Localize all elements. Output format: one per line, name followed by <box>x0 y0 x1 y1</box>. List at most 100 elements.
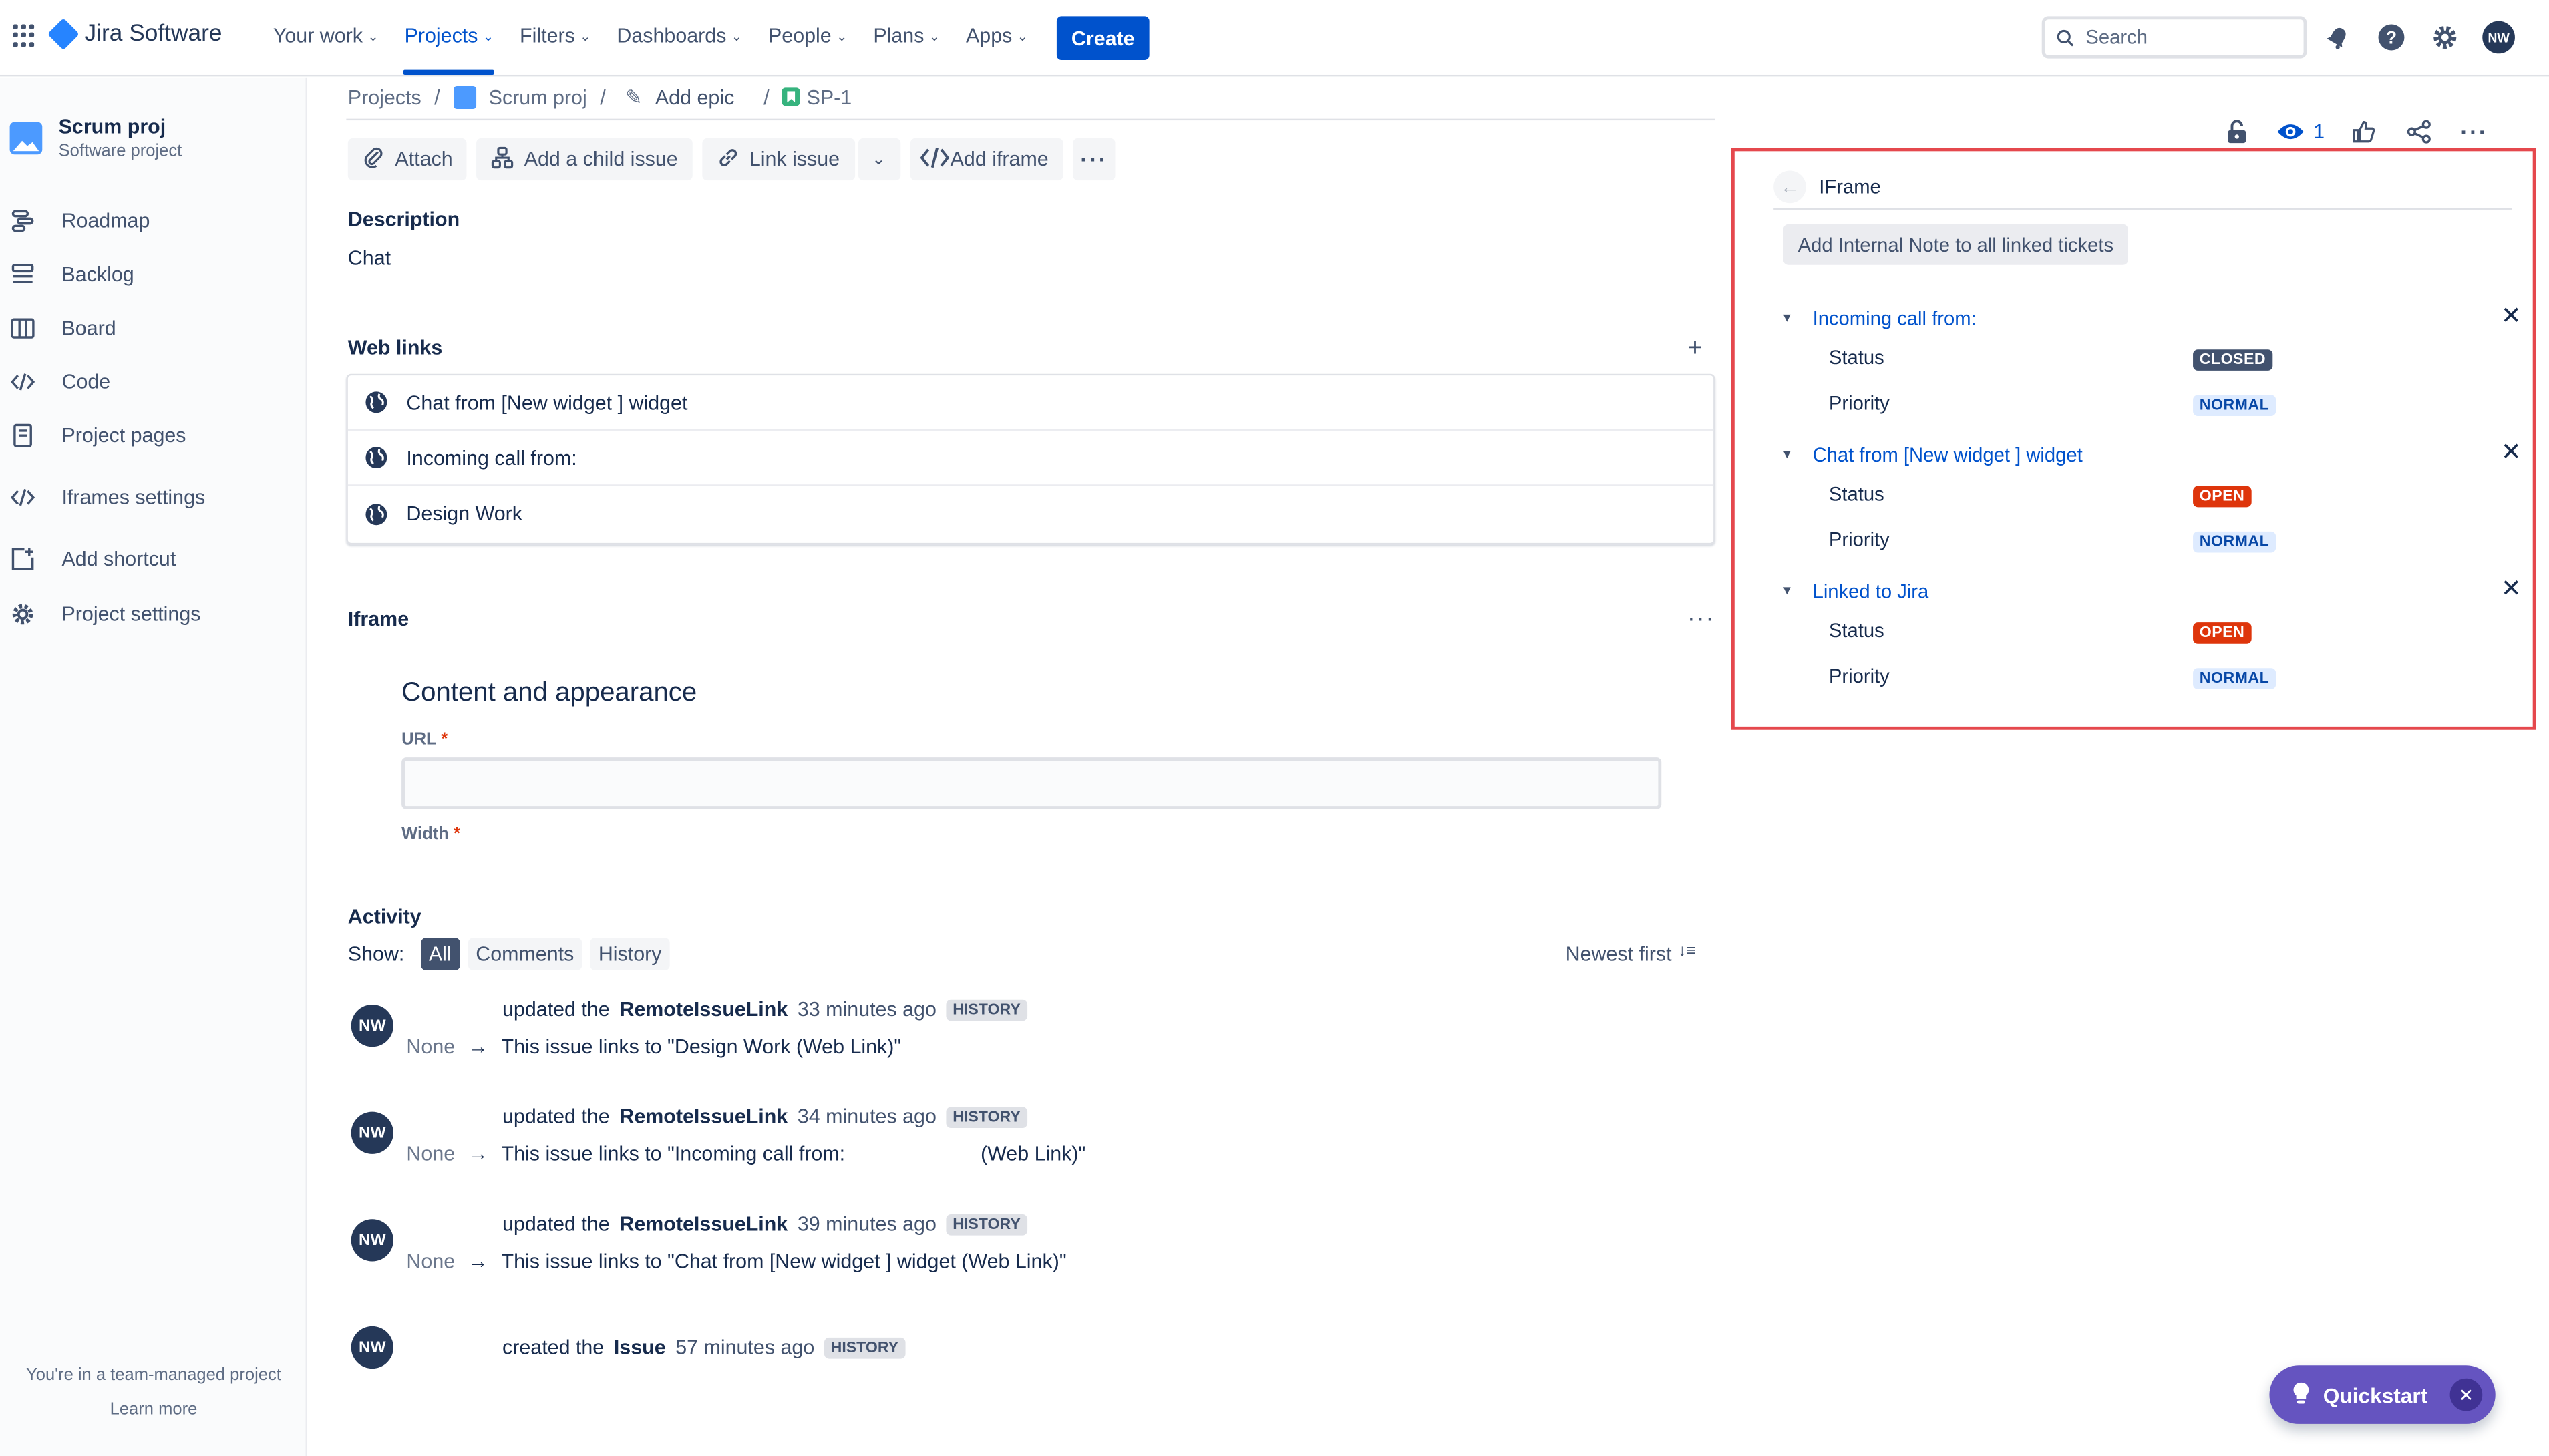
add-internal-note-button[interactable]: Add Internal Note to all linked tickets <box>1783 224 2128 265</box>
iframe-panel-header: ← IFrame <box>1773 166 2512 210</box>
sidebar-item-roadmap[interactable]: Roadmap <box>10 208 150 234</box>
add-iframe-button[interactable]: Add iframe <box>909 138 1063 181</box>
breadcrumb-add-epic[interactable]: Add epic <box>655 85 734 108</box>
story-icon <box>782 87 800 106</box>
user-avatar[interactable]: NW <box>2482 21 2515 54</box>
sidebar-item-backlog[interactable]: Backlog <box>10 262 134 288</box>
backlog-icon <box>10 262 36 288</box>
linked-ticket-title[interactable]: Incoming call from: <box>1813 307 1977 329</box>
sidebar-item-board[interactable]: Board <box>10 315 116 341</box>
chevron-down-icon: ⌄ <box>482 28 494 43</box>
url-input[interactable] <box>401 757 1662 809</box>
web-link-item[interactable]: Incoming call from: <box>347 431 1714 486</box>
close-icon[interactable]: ✕ <box>2449 1378 2483 1411</box>
chevron-down-icon: ⌄ <box>928 28 941 43</box>
sidebar-item-project-settings[interactable]: Project settings <box>10 601 200 627</box>
avatar[interactable]: NW <box>351 1326 393 1369</box>
nav-your-work[interactable]: Your work ⌄ <box>273 25 379 47</box>
link-icon <box>717 146 739 173</box>
sidebar-item-label: Roadmap <box>61 209 150 233</box>
sidebar-item-iframes-settings[interactable]: Iframes settings <box>10 484 206 510</box>
breadcrumb-projects[interactable]: Projects <box>348 85 421 108</box>
attach-button[interactable]: Attach <box>347 138 468 181</box>
app-switcher-icon[interactable] <box>13 24 35 47</box>
nav-filters[interactable]: Filters ⌄ <box>520 25 590 47</box>
nav-projects[interactable]: Projects ⌄ <box>405 25 494 47</box>
sidebar-item-label: Iframes settings <box>61 486 206 509</box>
thumbs-up-icon[interactable] <box>2347 116 2380 148</box>
linked-ticket: ▾ Linked to Jira ✕ Status OPEN Priority … <box>1783 577 2522 689</box>
nav-plans[interactable]: Plans ⌄ <box>873 25 940 47</box>
code-icon <box>919 144 949 174</box>
help-icon[interactable]: ? <box>2375 21 2408 54</box>
timestamp: 39 minutes ago <box>797 1212 937 1236</box>
close-icon[interactable]: ✕ <box>2501 304 2522 329</box>
sidebar-item-code[interactable]: Code <box>10 369 110 395</box>
add-shortcut-icon <box>10 546 36 572</box>
nav-people[interactable]: People ⌄ <box>768 25 847 47</box>
project-header[interactable]: Scrum proj Software project <box>9 116 182 161</box>
more-actions-button[interactable]: ··· <box>1073 138 1116 181</box>
web-link-item[interactable]: Chat from [New widget ] widget <box>347 375 1714 431</box>
sidebar-item-label: Board <box>61 317 116 340</box>
nav-dashboards[interactable]: Dashboards ⌄ <box>617 25 742 47</box>
nav-apps[interactable]: Apps ⌄ <box>966 25 1028 47</box>
watch-button[interactable]: 1 <box>2276 120 2325 143</box>
quickstart-button[interactable]: Quickstart ✕ <box>2269 1365 2496 1424</box>
link-issue-dropdown[interactable]: ⌄ <box>857 138 900 181</box>
settings-gear-icon[interactable] <box>2429 21 2461 54</box>
pages-icon <box>10 423 36 449</box>
status-label: Status <box>1828 346 1884 369</box>
chevron-down-icon[interactable]: ▾ <box>1783 309 1800 327</box>
avatar[interactable]: NW <box>351 1005 393 1047</box>
breadcrumb-project[interactable]: Scrum proj <box>489 85 587 108</box>
chevron-down-icon[interactable]: ▾ <box>1783 582 1800 600</box>
add-web-link-plus-icon[interactable]: + <box>1687 335 1703 364</box>
create-button[interactable]: Create <box>1056 16 1150 61</box>
share-icon[interactable] <box>2403 116 2435 148</box>
history-badge: HISTORY <box>946 1213 1027 1235</box>
avatar[interactable]: NW <box>351 1111 393 1154</box>
description-text[interactable]: Chat <box>348 247 391 270</box>
avatar[interactable]: NW <box>351 1219 393 1262</box>
issue-actions: 1 ··· <box>2220 116 2490 148</box>
filter-all[interactable]: All <box>420 938 460 970</box>
filter-comments[interactable]: Comments <box>468 938 582 970</box>
project-type: Software project <box>58 141 182 161</box>
unlock-icon[interactable] <box>2220 116 2253 148</box>
breadcrumb-issue-key[interactable]: SP-1 <box>807 85 852 108</box>
jira-logo[interactable]: Jira Software <box>47 18 222 51</box>
iframe-more-icon[interactable]: ··· <box>1687 604 1715 630</box>
code-icon <box>10 369 36 395</box>
sort-newest-first[interactable]: Newest first ↓≡ <box>1566 943 1696 966</box>
globe-icon <box>365 447 387 469</box>
top-right-icons: ? NW <box>2321 21 2515 54</box>
project-sidebar: Scrum proj Software project Roadmap Back… <box>0 77 307 1456</box>
sidebar-item-project-pages[interactable]: Project pages <box>10 423 186 449</box>
web-link-item[interactable]: Design Work <box>348 486 1713 542</box>
filter-history[interactable]: History <box>590 938 670 970</box>
sidebar-item-add-shortcut[interactable]: Add shortcut <box>10 546 176 572</box>
back-arrow-icon[interactable]: ← <box>1773 170 1806 204</box>
roadmap-icon <box>10 208 36 234</box>
url-label: URL * <box>401 729 448 749</box>
linked-ticket-title[interactable]: Linked to Jira <box>1813 580 1929 602</box>
chevron-down-icon: ⌄ <box>367 28 379 43</box>
search-icon <box>2057 29 2074 46</box>
code-icon <box>10 484 36 510</box>
project-avatar-icon <box>9 122 43 155</box>
add-child-issue-button[interactable]: Add a child issue <box>477 138 693 181</box>
linked-ticket-title[interactable]: Chat from [New widget ] widget <box>1813 443 2083 466</box>
learn-more-link[interactable]: Learn more <box>0 1399 307 1419</box>
priority-label: Priority <box>1828 391 1890 415</box>
child-issue-icon <box>492 146 514 173</box>
notifications-bell-icon[interactable] <box>2321 21 2354 54</box>
close-icon[interactable]: ✕ <box>2501 441 2522 466</box>
chevron-down-icon[interactable]: ▾ <box>1783 445 1800 464</box>
close-icon[interactable]: ✕ <box>2501 577 2522 602</box>
linked-ticket: ▾ Chat from [New widget ] widget ✕ Statu… <box>1783 441 2522 553</box>
more-horizontal-icon[interactable]: ··· <box>2458 116 2491 148</box>
link-issue-button[interactable]: Link issue <box>702 138 855 181</box>
history-badge: HISTORY <box>946 998 1027 1021</box>
search-input[interactable]: Search <box>2041 16 2307 59</box>
